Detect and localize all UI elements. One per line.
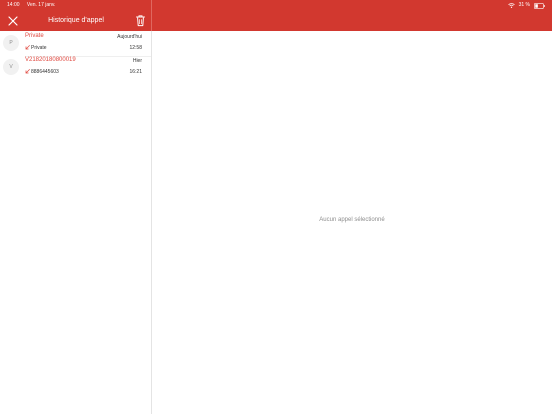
call-row[interactable]: P Private Aujourd'hui Private 12:58 [0, 31, 151, 55]
incoming-call-icon [25, 69, 30, 74]
close-button[interactable] [6, 14, 20, 28]
battery-percent: 31 % [518, 2, 530, 8]
caller-name: V21820180800019 [25, 57, 76, 63]
call-day: Aujourd'hui [117, 34, 142, 40]
split-view-divider [151, 0, 152, 414]
wifi-icon [507, 3, 515, 8]
status-time: 14:00 [7, 2, 20, 8]
incoming-call-icon [25, 45, 30, 50]
call-history-list: P Private Aujourd'hui Private 12:58 V V2… [0, 31, 151, 414]
avatar: P [3, 35, 19, 51]
status-bar: 14:00 Ven. 17 janv. 31 % [0, 0, 552, 11]
call-day: Hier [132, 58, 142, 64]
trash-icon [135, 14, 146, 27]
status-left: 14:00 Ven. 17 janv. [7, 0, 61, 11]
call-number: Private [31, 45, 47, 51]
call-time: 12:58 [129, 45, 142, 51]
header-divider [151, 0, 152, 31]
empty-state-message: Aucun appel sélectionné [319, 217, 385, 223]
call-number: 8886445603 [31, 69, 59, 75]
close-icon [6, 14, 20, 28]
status-date: Ven. 17 janv. [26, 2, 56, 8]
call-row[interactable]: V V21820180800019 Hier 8886445603 16:21 [0, 55, 151, 79]
delete-history-button[interactable] [135, 14, 146, 27]
caller-name: Private [25, 33, 44, 39]
call-time: 16:21 [129, 69, 142, 75]
battery-icon [534, 2, 545, 9]
avatar: V [3, 59, 19, 75]
page-title: Historique d'appel [48, 17, 104, 24]
status-right: 31 % [507, 0, 545, 11]
